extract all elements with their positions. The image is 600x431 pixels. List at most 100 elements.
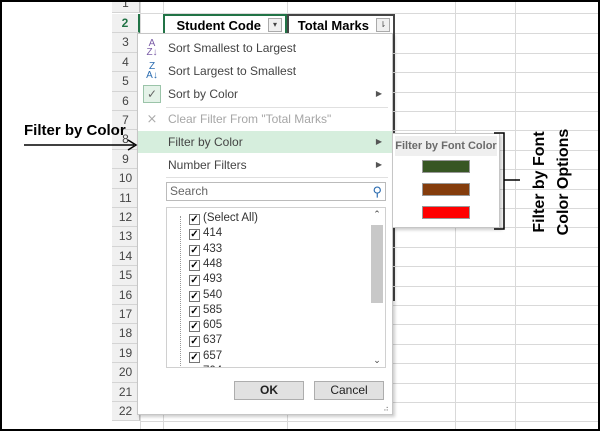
list-item-label: 657 (203, 349, 223, 362)
list-item[interactable]: ✓704 (189, 364, 222, 368)
row-header[interactable]: 12 (112, 208, 140, 228)
row-header[interactable]: 18 (112, 324, 140, 344)
row-header[interactable]: 21 (112, 382, 140, 402)
clear-filter-icon: ⨯ (146, 111, 158, 126)
header-label: Student Code (176, 18, 262, 33)
grid-line (140, 421, 600, 423)
menu-label: Number Filters (168, 158, 247, 172)
list-item[interactable]: ✓ 433 (189, 242, 222, 257)
header-student-code: Student Code ▾ (163, 14, 287, 34)
list-item[interactable]: ✓ 585 (189, 303, 222, 318)
menu-label: Clear Filter From "Total Marks" (168, 112, 332, 126)
annotation-arrow-icon (24, 139, 138, 151)
row-header[interactable]: 22 (112, 402, 140, 422)
row-header[interactable]: 13 (112, 227, 140, 247)
list-item[interactable]: ✓ (Select All) (189, 211, 258, 226)
row-header[interactable]: 10 (112, 169, 140, 189)
list-item-label: (Select All) (203, 212, 258, 224)
list-item[interactable]: ✓ 540 (189, 288, 222, 303)
list-item-label: 704 (203, 365, 222, 367)
list-item[interactable]: ✓ 414 (189, 226, 222, 241)
row-header[interactable]: 16 (112, 285, 140, 305)
search-input[interactable]: Search ⚲ (166, 182, 386, 201)
checkbox[interactable]: ✓ (189, 214, 200, 225)
checkbox[interactable]: ✓ (189, 290, 200, 302)
annotation-line: Filter by Font (531, 131, 548, 233)
resize-grip-icon[interactable]: ⠴ (383, 404, 389, 413)
checkbox[interactable]: ✓ (189, 244, 200, 256)
annotation-font-color-options: Filter by Font Color Options (528, 129, 576, 236)
font-color-swatch-green[interactable] (422, 160, 470, 173)
cancel-button[interactable]: Cancel (314, 381, 384, 400)
check-icon: ✓ (143, 85, 161, 103)
row-header[interactable]: 9 (112, 149, 140, 170)
checkbox[interactable]: ✓ (189, 275, 200, 287)
list-item-label: 637 (203, 334, 223, 347)
submenu-arrow-icon: ▶ (375, 89, 382, 98)
submenu-title: Filter by Font Color (395, 136, 497, 156)
menu-label: Sort by Color (168, 87, 239, 101)
row-header[interactable]: 11 (112, 188, 140, 208)
row-header[interactable]: 3 (112, 33, 140, 53)
sort-ascending-icon: A Z↓ (146, 38, 158, 58)
header-total-marks: Total Marks ⇂ (287, 14, 395, 34)
font-color-swatch-brown[interactable] (422, 183, 470, 196)
menu-sort-by-color[interactable]: ✓ Sort by Color ▶ (138, 83, 392, 105)
list-item[interactable]: ✓ 605 (189, 318, 222, 333)
list-item[interactable]: ✓ 637 (189, 333, 222, 348)
annotation-line: Color Options (555, 128, 572, 236)
list-item-label: 585 (203, 303, 223, 316)
font-color-swatch-red[interactable] (422, 206, 470, 219)
checkbox[interactable]: ✓ (189, 351, 200, 363)
row-header[interactable]: 20 (112, 363, 140, 383)
filter-by-color-submenu: Filter by Font Color (392, 133, 500, 228)
annotation-filter-by-color: Filter by Color (24, 122, 126, 139)
ok-button[interactable]: OK (234, 381, 304, 400)
autofilter-menu: A Z↓ Sort Smallest to Largest Z A↓ Sort Larg… (137, 33, 393, 415)
checkbox[interactable]: ✓ (189, 259, 200, 271)
list-item-label: 493 (203, 273, 223, 286)
header-label: Total Marks (297, 18, 369, 33)
menu-filter-by-color[interactable]: Filter by Color ▶ (138, 131, 392, 153)
row-header[interactable]: 6 (112, 91, 140, 111)
list-item-label: 414 (203, 227, 223, 240)
row-header[interactable]: 4 (112, 52, 140, 73)
filter-active-button[interactable]: ⇂ (376, 18, 390, 32)
search-placeholder: Search (170, 184, 209, 198)
row-header[interactable]: 2 (112, 14, 140, 34)
list-scrollbar[interactable]: ⌃ ⌄ (370, 209, 384, 366)
menu-label: Sort Smallest to Largest (168, 41, 297, 55)
checkbox[interactable]: ✓ (189, 336, 200, 348)
menu-number-filters[interactable]: Number Filters ▶ (138, 154, 392, 176)
menu-sort-ascending[interactable]: A Z↓ Sort Smallest to Largest (138, 37, 392, 59)
row-header[interactable]: 15 (112, 266, 140, 286)
search-icon: ⚲ (372, 184, 382, 199)
submenu-arrow-icon: ▶ (375, 160, 382, 169)
filter-dropdown-button[interactable]: ▾ (268, 18, 282, 32)
checkbox[interactable]: ✓ (189, 367, 200, 368)
list-item-label: 433 (203, 242, 223, 255)
scroll-up-icon[interactable]: ⌃ (370, 209, 384, 220)
row-header[interactable]: 1 (112, 0, 140, 14)
menu-sort-descending[interactable]: Z A↓ Sort Largest to Smallest (138, 60, 392, 82)
list-item[interactable]: ✓ 657 (189, 349, 222, 364)
row-header[interactable]: 19 (112, 343, 140, 364)
scroll-thumb[interactable] (371, 225, 383, 303)
menu-label: Sort Largest to Smallest (168, 64, 297, 78)
list-item-label: 540 (203, 288, 223, 301)
list-item[interactable]: ✓ 493 (189, 272, 222, 287)
annotation-bracket-icon (494, 132, 520, 230)
checkbox[interactable]: ✓ (189, 305, 200, 317)
value-list: ✓ (Select All) ✓ 414 ✓ 433 ✓ 448 ✓ 493 ✓ 540 ✓ 585 ✓ 60… (166, 207, 386, 368)
menu-label: Filter by Color (168, 135, 243, 149)
list-item[interactable]: ✓ 448 (189, 257, 222, 272)
submenu-arrow-icon: ▶ (375, 137, 382, 146)
row-header[interactable]: 5 (112, 72, 140, 92)
checkbox[interactable]: ✓ (189, 229, 200, 241)
checkbox[interactable]: ✓ (189, 321, 200, 333)
row-header[interactable]: 17 (112, 305, 140, 325)
list-item-label: 605 (203, 319, 223, 332)
row-header[interactable]: 14 (112, 246, 140, 267)
menu-clear-filter[interactable]: ⨯ Clear Filter From "Total Marks" (138, 108, 392, 130)
scroll-down-icon[interactable]: ⌄ (370, 355, 384, 366)
